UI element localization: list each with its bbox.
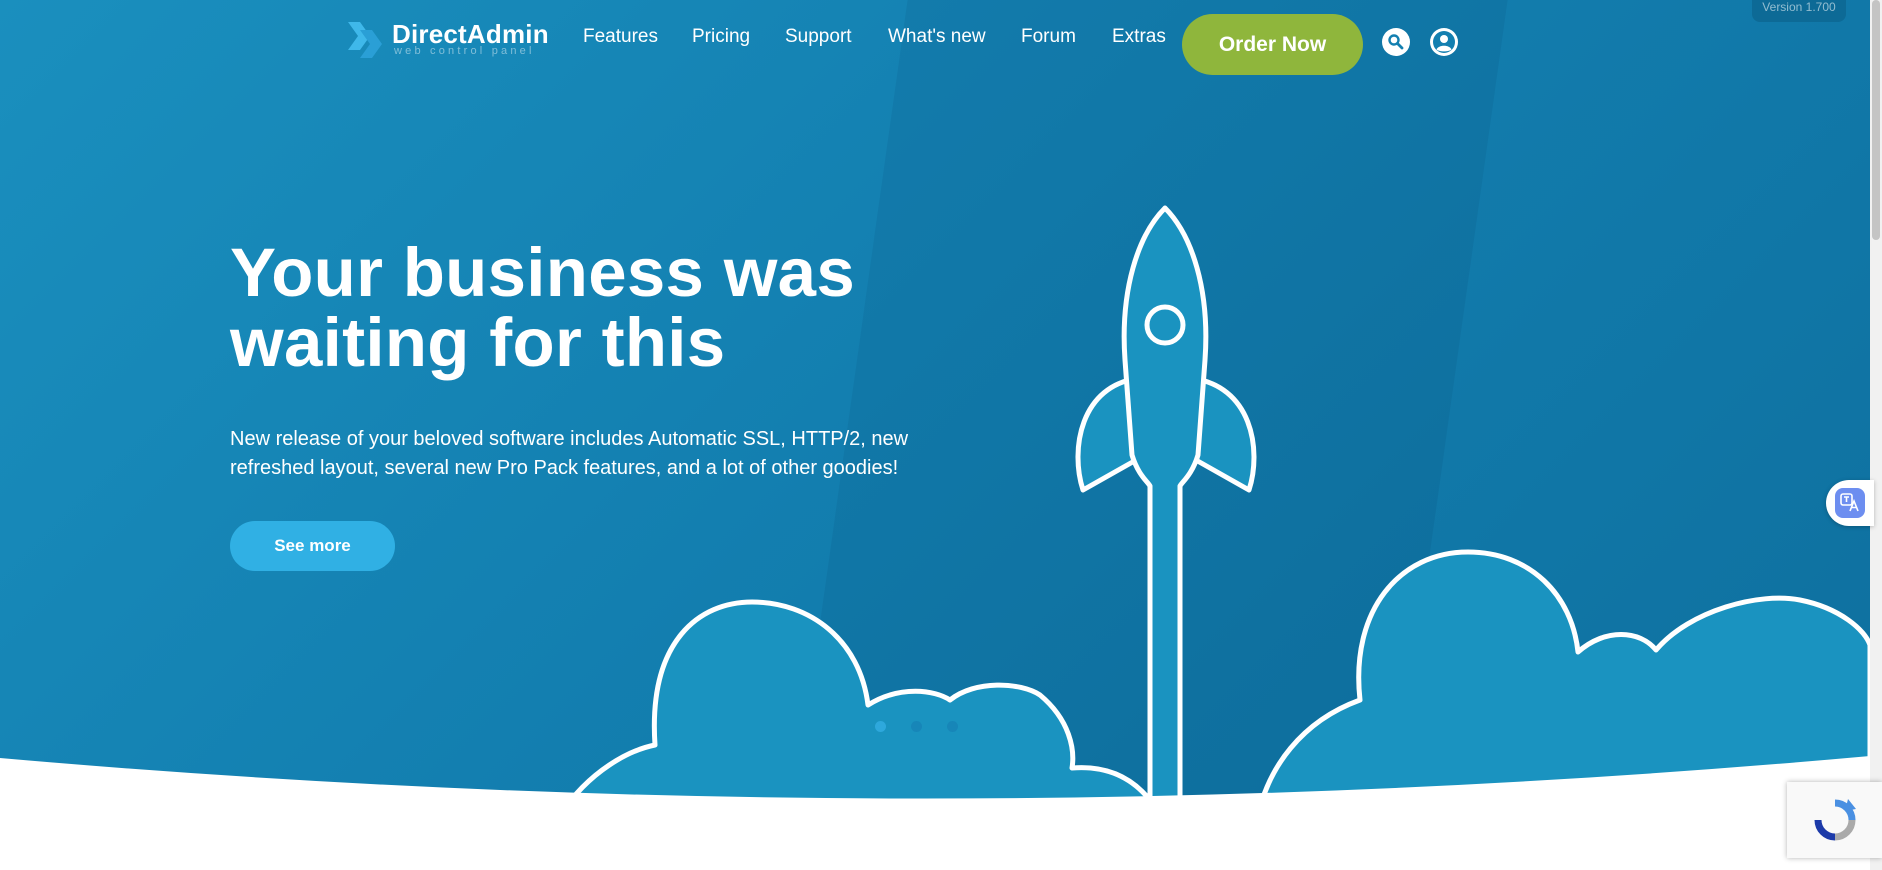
version-badge: Version 1.700 — [1752, 0, 1846, 22]
logo-chevron-icon — [348, 22, 382, 58]
hero-headline: Your business was waiting for this — [230, 238, 950, 378]
account-button[interactable] — [1430, 28, 1458, 56]
search-button[interactable] — [1382, 28, 1410, 56]
order-now-button[interactable]: Order Now — [1182, 14, 1363, 75]
see-more-button[interactable]: See more — [230, 521, 395, 571]
page-scrollbar[interactable] — [1870, 0, 1882, 870]
nav-features[interactable]: Features — [583, 26, 658, 48]
nav-pricing[interactable]: Pricing — [692, 26, 750, 48]
slide-dot-1[interactable] — [875, 721, 886, 732]
rocket-window — [1144, 304, 1186, 346]
rocket-body — [1121, 205, 1209, 813]
hero-subtext: New release of your beloved software inc… — [230, 428, 909, 479]
scrollbar-thumb[interactable] — [1872, 0, 1880, 240]
translate-widget[interactable] — [1826, 480, 1874, 526]
directadmin-logo[interactable]: DirectAdmin web control panel — [346, 18, 549, 60]
translate-icon — [1840, 493, 1859, 512]
search-icon — [1388, 34, 1404, 50]
hero-banner: DirectAdmin web control panel Features P… — [0, 0, 1870, 870]
top-navigation: DirectAdmin web control panel Features P… — [0, 0, 1870, 90]
logo-tagline: web control panel — [394, 45, 535, 57]
recaptcha-icon — [1814, 799, 1856, 841]
user-account-icon — [1433, 31, 1455, 53]
slide-dot-2[interactable] — [911, 721, 922, 732]
rocket — [1075, 205, 1257, 813]
nav-extras[interactable]: Extras — [1112, 26, 1166, 48]
headline-line-2: waiting for this — [230, 304, 726, 381]
nav-forum[interactable]: Forum — [1021, 26, 1076, 48]
nav-support[interactable]: Support — [785, 26, 852, 48]
nav-whats-new[interactable]: What's new — [888, 26, 986, 48]
slide-dot-3[interactable] — [947, 721, 958, 732]
headline-line-1: Your business was — [230, 234, 856, 311]
recaptcha-badge[interactable] — [1787, 782, 1882, 858]
